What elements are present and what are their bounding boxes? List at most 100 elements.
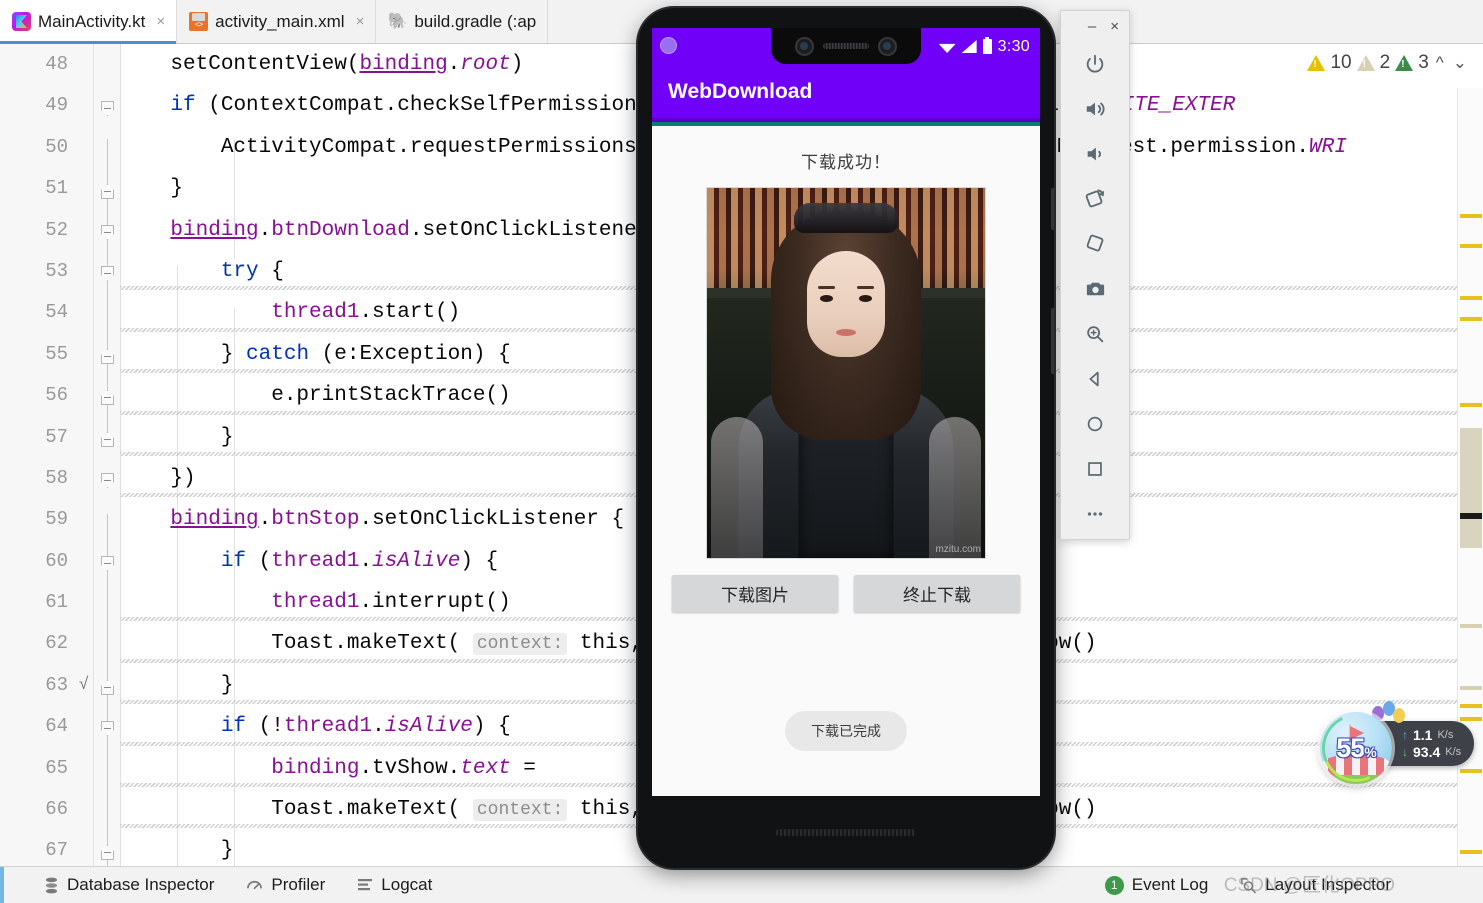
code-token: . [359, 549, 373, 573]
back-icon[interactable] [1060, 356, 1130, 401]
network-speed-widget[interactable]: ↑ 1.1 K/s ↓ 93.4 K/s 55% [1320, 701, 1475, 784]
line-check-icon: √ [78, 675, 89, 695]
device-screen[interactable]: 3:30 WebDownload 下载成功！ mzitu.com 下载图片 终止… [652, 28, 1040, 796]
volume-up-icon[interactable] [1060, 86, 1130, 131]
fold-marker[interactable] [101, 266, 114, 281]
code-token: context: [472, 633, 568, 656]
app-bar: WebDownload [652, 65, 1040, 118]
status-time: 3:30 [997, 37, 1030, 55]
line-numbers: 48 49 50 51 52 53 54 55 56 57 58 59 60 61 62 63 √ 64 65 66 6… [0, 44, 94, 866]
fold-marker[interactable] [101, 473, 114, 488]
overview-icon[interactable] [1060, 446, 1130, 491]
line-number: 55 [45, 342, 68, 365]
wifi-off-icon [938, 43, 956, 53]
line-number: 57 [45, 425, 68, 448]
image-watermark: mzitu.com [935, 544, 981, 555]
emulator-toolbar[interactable]: – × [1060, 10, 1130, 540]
fold-marker[interactable] [101, 432, 114, 447]
toast-message: 下载已完成 [785, 711, 907, 751]
earpiece-speaker-icon [823, 43, 869, 49]
fold-marker[interactable] [101, 556, 114, 571]
android-emulator-device[interactable]: 3:30 WebDownload 下载成功！ mzitu.com 下载图片 终止… [638, 8, 1054, 868]
weak-warning-count: 2 [1379, 52, 1391, 73]
tab-build-gradle[interactable]: 🐘 build.gradle (:ap [376, 0, 549, 43]
minimize-button[interactable]: – [1088, 19, 1096, 34]
line-number: 66 [45, 798, 68, 821]
event-log-badge: 1 [1104, 875, 1124, 895]
app-title: WebDownload [668, 79, 813, 103]
stop-download-button[interactable]: 终止下载 [854, 575, 1020, 612]
caret-marker [1460, 513, 1482, 519]
code-token: setContentView( [120, 53, 360, 76]
download-image-button[interactable]: 下载图片 [672, 575, 838, 612]
rotate-left-icon[interactable] [1060, 176, 1130, 221]
line-number: 65 [45, 756, 68, 779]
device-power-button[interactable] [1051, 188, 1054, 230]
memory-usage-ball[interactable]: 55% [1320, 712, 1392, 784]
fold-marker[interactable] [101, 349, 114, 364]
chevron-up-icon[interactable]: ^ [1434, 53, 1446, 73]
volume-down-icon[interactable] [1060, 131, 1130, 176]
xml-file-icon: <> [189, 12, 209, 31]
app-content[interactable]: 下载成功！ mzitu.com 下载图片 终止下载 下载已完成 [652, 126, 1040, 796]
ide-status-bar: Database Inspector Profiler Logcat 1 Eve… [0, 866, 1483, 903]
warning-marker [1460, 704, 1482, 708]
warning-marker [1460, 317, 1482, 321]
tab-activity-main-xml[interactable]: <> activity_main.xml × [177, 0, 377, 43]
emulator-control-list [1061, 41, 1129, 536]
status-logcat[interactable]: Logcat [341, 875, 448, 895]
close-button[interactable]: × [1110, 19, 1119, 34]
viewport-thumb [1460, 428, 1482, 548]
status-event-log[interactable]: 1 Event Log [1089, 875, 1225, 895]
memory-percent-value: 55 [1336, 732, 1365, 763]
status-item-label: Layout Inspector [1265, 875, 1391, 894]
line-number: 63 √ [0, 665, 94, 706]
home-icon[interactable] [1060, 401, 1130, 446]
power-icon[interactable] [1060, 41, 1130, 86]
status-item-label: Profiler [271, 875, 326, 894]
code-token: thread1 [271, 549, 360, 573]
downloaded-image: mzitu.com [706, 187, 986, 559]
tab-mainactivity-kt[interactable]: MainActivity.kt × [0, 0, 178, 44]
fold-marker[interactable] [101, 184, 114, 199]
screenshot-icon[interactable] [1060, 266, 1130, 311]
status-database-inspector[interactable]: Database Inspector [28, 875, 230, 895]
fold-marker[interactable] [101, 225, 114, 240]
warning-marker [1460, 717, 1482, 721]
cell-signal-icon [961, 40, 977, 53]
tab-close-icon[interactable]: × [156, 14, 165, 29]
fold-marker[interactable] [101, 680, 114, 695]
database-icon [45, 877, 58, 893]
code-token: thread1 [271, 301, 360, 325]
code-token: .setOnClickListener { [359, 508, 625, 532]
zoom-icon[interactable] [1060, 311, 1130, 356]
code-token: { [258, 259, 284, 283]
fold-marker[interactable] [101, 721, 114, 736]
fold-marker[interactable] [101, 390, 114, 405]
line-number: 50 [45, 135, 68, 158]
fold-marker[interactable] [101, 101, 114, 116]
rotate-right-icon[interactable] [1060, 221, 1130, 266]
front-camera-secondary-icon [878, 36, 897, 56]
code-fold-gutter[interactable] [94, 44, 120, 866]
tab-close-icon[interactable]: × [356, 14, 365, 29]
fold-marker[interactable] [101, 845, 114, 860]
bottom-speaker-icon [776, 828, 916, 836]
code-token: root [460, 53, 511, 76]
chevron-down-icon[interactable]: ⌄ [1451, 53, 1469, 73]
status-layout-inspector[interactable]: Layout Inspector [1224, 875, 1407, 895]
code-token: . [372, 715, 385, 739]
code-token: ) [510, 53, 524, 76]
device-volume-button[interactable] [1051, 308, 1054, 374]
status-profiler[interactable]: Profiler [230, 875, 341, 895]
code-token: if [220, 549, 247, 573]
inspection-summary[interactable]: 10 2 3 ^ ⌄ [1303, 50, 1473, 76]
code-token: WRI [1309, 135, 1347, 159]
more-icon[interactable] [1060, 491, 1130, 536]
layout-inspector-icon [1241, 877, 1257, 893]
